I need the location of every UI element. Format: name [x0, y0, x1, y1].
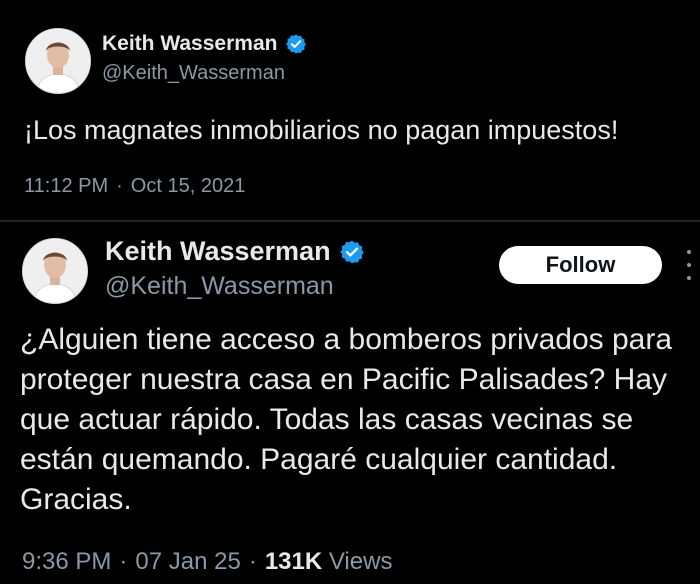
avatar[interactable]	[25, 28, 91, 94]
author-name[interactable]: Keith Wasserman	[105, 236, 331, 267]
views-count: 131K	[264, 548, 323, 575]
author-handle[interactable]: @Keith_Wasserman	[102, 62, 285, 85]
avatar[interactable]	[22, 238, 88, 304]
views-label: Views	[328, 548, 393, 575]
verified-badge-icon	[339, 239, 365, 265]
avatar-image	[23, 239, 87, 303]
tweet-card-1[interactable]: Keith Wasserman @Keith_Wasserman ¡Los ma…	[0, 0, 700, 220]
tweet-date[interactable]: 07 Jan 25	[135, 548, 240, 576]
verified-badge-icon	[285, 33, 307, 55]
more-dot	[687, 263, 691, 267]
tweet-meta: 9:36 PM · 07 Jan 25 · 131K Views	[22, 548, 392, 576]
views[interactable]: 131K Views	[265, 548, 393, 576]
tweet-text: ¡Los magnates inmobiliarios no pagan imp…	[24, 115, 619, 145]
meta-separator: ·	[116, 175, 123, 197]
avatar-image	[26, 29, 90, 93]
tweet-text: ¿Alguien tiene acceso a bomberos privado…	[20, 323, 673, 516]
more-dot	[687, 276, 691, 280]
follow-button[interactable]: Follow	[499, 246, 662, 284]
tweet-date[interactable]: Oct 15, 2021	[131, 175, 246, 198]
more-options-icon[interactable]	[682, 250, 696, 280]
meta-separator: ·	[248, 548, 257, 575]
tweet-time[interactable]: 9:36 PM	[22, 548, 111, 576]
tweet-meta: 11:12 PM · Oct 15, 2021	[24, 175, 245, 198]
tweet-time[interactable]: 11:12 PM	[24, 175, 108, 198]
meta-separator: ·	[119, 548, 128, 575]
more-dot	[687, 250, 691, 254]
author-name[interactable]: Keith Wasserman	[102, 32, 277, 56]
author-handle[interactable]: @Keith_Wasserman	[105, 272, 334, 301]
